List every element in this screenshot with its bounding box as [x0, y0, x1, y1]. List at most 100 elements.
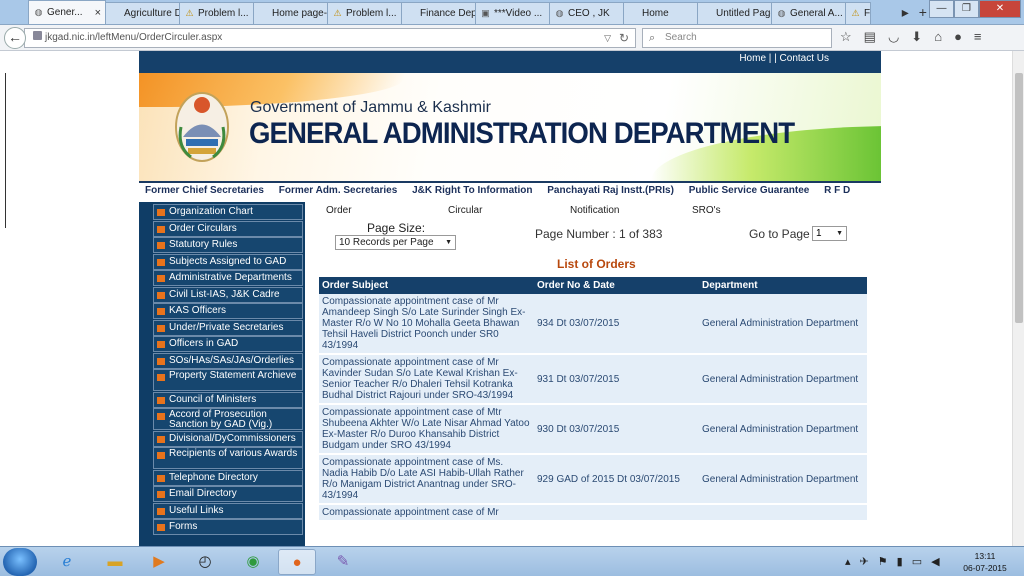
- browser-tab[interactable]: Untitled Page: [697, 2, 772, 24]
- page-scrollbar[interactable]: [1012, 51, 1024, 546]
- download-icon[interactable]: ⬇: [911, 29, 922, 45]
- paint-icon[interactable]: ✎: [324, 549, 362, 575]
- sidebar-item-subjects-assigned[interactable]: Subjects Assigned to GAD: [153, 253, 303, 270]
- network-icon[interactable]: ▮: [897, 555, 903, 568]
- pocket-icon[interactable]: ◡: [888, 29, 899, 45]
- browser-tab[interactable]: Home page-...: [253, 2, 328, 24]
- browser-tab[interactable]: ▣ ***Video ...: [475, 2, 550, 24]
- browser-tab[interactable]: ◍ General A...: [771, 2, 846, 24]
- home-icon[interactable]: ⌂: [934, 29, 942, 45]
- browser-tab[interactable]: ⚠ Problem l...: [327, 2, 402, 24]
- chrome-icon[interactable]: ◉: [234, 549, 272, 575]
- sidebar-item-property-statement[interactable]: Property Statement Archieve: [153, 369, 303, 391]
- browser-tab[interactable]: ⚠ F: [845, 2, 871, 24]
- table-row[interactable]: Compassionate appointment case of Mr Kav…: [319, 354, 867, 405]
- sidebar-item-statutory-rules[interactable]: Statutory Rules: [153, 237, 303, 253]
- clock-app-icon[interactable]: ◴: [186, 549, 224, 575]
- top-links-text[interactable]: Home | | Contact Us: [739, 53, 829, 64]
- tab-order[interactable]: Order: [326, 205, 352, 216]
- sidebar-item-administrative-departments[interactable]: Administrative Departments: [153, 270, 303, 286]
- order-subject[interactable]: Compassionate appointment case of Mr: [319, 504, 534, 522]
- sidebar-item-divisional-commissioners[interactable]: Divisional/DyCommissioners: [153, 430, 303, 447]
- order-number: 930 Dt 03/07/2015: [534, 404, 699, 455]
- reading-list-icon[interactable]: ▤: [864, 29, 876, 45]
- show-hidden-icons-icon[interactable]: ▴: [845, 555, 851, 568]
- order-department: General Administration Department: [699, 404, 867, 455]
- page-number: Page Number : 1 of 383: [535, 227, 663, 241]
- media-player-icon[interactable]: ▶: [140, 549, 178, 575]
- sidebar-item-useful-links[interactable]: Useful Links: [153, 502, 303, 519]
- restore-icon[interactable]: ❐: [954, 0, 979, 18]
- sidebar-item-order-circulars[interactable]: Order Circulars: [153, 220, 303, 237]
- nav-link-rti[interactable]: J&K Right To Information: [412, 185, 532, 196]
- tab-circular[interactable]: Circular: [448, 205, 482, 216]
- scroll-tabs-right-icon[interactable]: ▸: [902, 4, 909, 21]
- chat-icon[interactable]: ●: [954, 29, 962, 45]
- sidebar-item-officers-in-gad[interactable]: Officers in GAD: [153, 336, 303, 352]
- list-title: List of Orders: [557, 257, 636, 271]
- tab-sros[interactable]: SRO's: [692, 205, 721, 216]
- sidebar-item-organization-chart[interactable]: Organization Chart: [153, 204, 303, 220]
- minimize-icon[interactable]: —: [929, 0, 954, 18]
- order-subject[interactable]: Compassionate appointment case of Mr Kav…: [319, 354, 534, 405]
- internet-explorer-icon[interactable]: ℯ: [48, 549, 86, 575]
- volume-icon[interactable]: ◀: [931, 555, 939, 568]
- sidebar-item-award-recipients[interactable]: Recipients of various Awards: [153, 447, 303, 469]
- sidebar-item-prosecution-sanction[interactable]: Accord of Prosecution Sanction by GAD (V…: [153, 408, 303, 430]
- scrollbar-thumb[interactable]: [1015, 73, 1023, 323]
- sidebar-item-civil-list[interactable]: Civil List-IAS, J&K Cadre: [153, 286, 303, 303]
- taskbar-clock[interactable]: 13:11 06-07-2015: [955, 550, 1015, 574]
- new-tab-icon[interactable]: +: [919, 4, 927, 21]
- sidebar-item-kas-officers[interactable]: KAS Officers: [153, 303, 303, 319]
- nav-link-rfd[interactable]: R F D: [824, 185, 850, 196]
- reload-icon[interactable]: ↻: [619, 29, 629, 47]
- browser-tab[interactable]: ◍ CEO , JK: [549, 2, 624, 24]
- goto-page-select[interactable]: 1 ▼: [812, 226, 847, 241]
- battery-icon[interactable]: ▭: [912, 555, 922, 568]
- bookmark-star-icon[interactable]: ☆: [840, 29, 852, 45]
- divider: [5, 73, 6, 228]
- history-dropdown-icon[interactable]: ▽: [604, 29, 611, 47]
- tab-notification[interactable]: Notification: [570, 205, 619, 216]
- sidebar-item-under-private-secretaries[interactable]: Under/Private Secretaries: [153, 319, 303, 336]
- sidebar-item-sos-has[interactable]: SOs/HAs/SAs/JAs/Orderlies: [153, 352, 303, 369]
- browser-tab[interactable]: ⚠ Problem l...: [179, 2, 254, 24]
- page-size-select[interactable]: 10 Records per Page ▼: [335, 235, 456, 250]
- start-button[interactable]: [3, 548, 37, 576]
- pin-icon[interactable]: ✈: [860, 555, 869, 568]
- browser-tab[interactable]: ◍ Gener... ×: [28, 0, 106, 24]
- back-button[interactable]: ←: [4, 27, 26, 49]
- search-input[interactable]: ⌕ Search: [642, 28, 832, 48]
- flag-icon[interactable]: ⚑: [878, 555, 888, 568]
- nav-link-former-adm-secretaries[interactable]: Former Adm. Secretaries: [279, 185, 398, 196]
- site-info-icon[interactable]: [33, 31, 42, 40]
- close-window-icon[interactable]: ✕: [979, 0, 1021, 18]
- address-bar[interactable]: jkgad.nic.in/leftMenu/OrderCirculer.aspx…: [24, 28, 636, 48]
- bullet-icon: [157, 308, 165, 315]
- browser-tab[interactable]: Agriculture D...: [105, 2, 180, 24]
- sidebar-item-council-of-ministers[interactable]: Council of Ministers: [153, 391, 303, 408]
- browser-tab[interactable]: Finance Depa...: [401, 2, 476, 24]
- menu-icon[interactable]: ≡: [974, 29, 982, 45]
- order-subject[interactable]: Compassionate appointment case of Ms. Na…: [319, 454, 534, 505]
- nav-link-former-chief-secretaries[interactable]: Former Chief Secretaries: [145, 185, 264, 196]
- nav-link-panchayati-raj[interactable]: Panchayati Raj Instt.(PRIs): [547, 185, 674, 196]
- table-row[interactable]: Compassionate appointment case of Mr Ama…: [319, 294, 867, 355]
- page-icon: [406, 8, 417, 19]
- close-tab-icon[interactable]: ×: [95, 7, 101, 19]
- order-department: [699, 504, 867, 522]
- browser-tab[interactable]: Home: [623, 2, 698, 24]
- table-row[interactable]: Compassionate appointment case of Mtr Sh…: [319, 404, 867, 455]
- firefox-icon[interactable]: ●: [278, 549, 316, 575]
- table-row[interactable]: Compassionate appointment case of Ms. Na…: [319, 454, 867, 505]
- sidebar-item-telephone-directory[interactable]: Telephone Directory: [153, 469, 303, 486]
- order-subject[interactable]: Compassionate appointment case of Mr Ama…: [319, 294, 534, 355]
- sidebar-item-email-directory[interactable]: Email Directory: [153, 486, 303, 502]
- file-explorer-icon[interactable]: ▬: [96, 549, 134, 575]
- sidebar-item-forms[interactable]: Forms: [153, 519, 303, 535]
- nav-link-public-service-guarantee[interactable]: Public Service Guarantee: [689, 185, 810, 196]
- orders-table: Order Subject Order No & Date Department…: [319, 277, 867, 522]
- table-row[interactable]: Compassionate appointment case of Mr: [319, 504, 867, 522]
- goto-page-label: Go to Page: [749, 227, 810, 241]
- order-subject[interactable]: Compassionate appointment case of Mtr Sh…: [319, 404, 534, 455]
